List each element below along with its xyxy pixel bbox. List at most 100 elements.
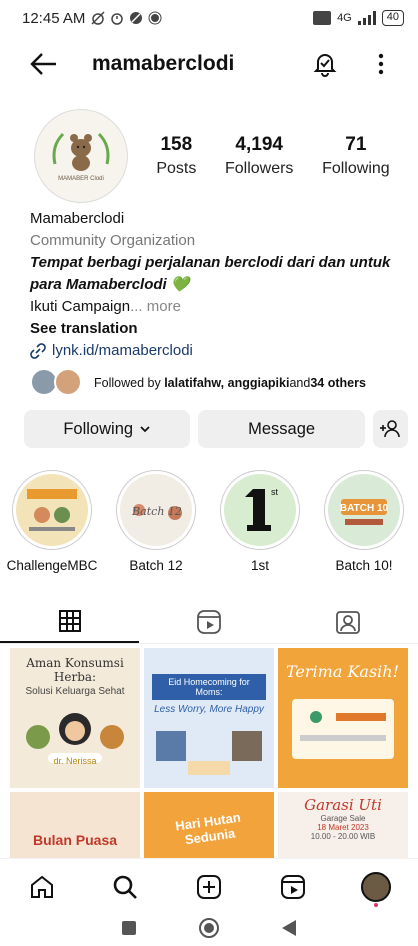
post-subtitle: Garage Sale: [320, 814, 366, 823]
suggest-users-button[interactable]: [372, 410, 409, 448]
mutual-avatars: [30, 368, 88, 398]
muted-alarm-icon: [91, 11, 105, 25]
profile-stats: 158 Posts 4,194 Followers 71 Following: [142, 134, 404, 178]
more-options-button[interactable]: [366, 49, 396, 79]
stat-followers[interactable]: 4,194 Followers: [225, 134, 293, 178]
followed-by-middle: and: [289, 376, 311, 390]
bio-more-link[interactable]: ... more: [130, 298, 181, 315]
post-time: 10.00 - 20.00 WIB: [310, 832, 376, 841]
tab-tagged[interactable]: [279, 600, 418, 643]
reels-icon: [280, 874, 305, 899]
highlight-label: Batch 10!: [335, 558, 393, 573]
post-subtitle: Less Worry, More Happy: [154, 704, 264, 715]
network-type: 4G: [337, 12, 352, 24]
bottom-navigation: [0, 858, 418, 914]
bio-category: Community Organization: [30, 232, 196, 249]
message-button[interactable]: Message: [198, 410, 365, 448]
followed-by[interactable]: Followed by lalatifahw, anggiapiki and 3…: [30, 368, 366, 398]
more-vertical-icon: [378, 53, 384, 75]
notification-dot: [374, 902, 379, 907]
stat-posts[interactable]: 158 Posts: [156, 134, 196, 178]
nav-create[interactable]: [187, 865, 231, 909]
tab-posts-grid[interactable]: [0, 600, 140, 643]
stat-posts-label: Posts: [156, 160, 197, 177]
dnd-icon: [130, 12, 143, 24]
reels-icon: [197, 609, 221, 634]
mutual-avatar-2: [54, 368, 82, 396]
home-icon: [30, 875, 53, 898]
post-title: Terima Kasih!: [286, 662, 400, 681]
svg-text:Batch 12: Batch 12: [131, 505, 182, 518]
posts-grid: Aman Konsumsi Herba: Solusi Keluarga Seh…: [10, 648, 408, 858]
post-tile[interactable]: Bulan Puasa: [10, 792, 140, 858]
profile-summary: MAMABER Clodi 158 Posts 4,194 Followers …: [34, 108, 404, 204]
highlight-cover: st: [224, 474, 296, 546]
battery-level: 40: [381, 10, 404, 26]
square-icon: [121, 920, 136, 935]
avatar-brand-text: MAMABER Clodi: [58, 176, 104, 182]
post-subtitle: Solusi Keluarga Sehat: [25, 686, 125, 697]
volte-icon: [313, 11, 332, 25]
nav-search[interactable]: [103, 865, 147, 909]
following-button-label: Following: [63, 419, 134, 438]
highlight-ring: BATCH 10: [324, 470, 404, 550]
highlight-challengembc[interactable]: ChallengeMBC: [0, 470, 104, 573]
message-button-label: Message: [248, 419, 316, 438]
bio-link[interactable]: lynk.id/mamaberclodi: [30, 340, 400, 362]
highlight-ring: Batch 12: [116, 470, 196, 550]
highlight-1st[interactable]: st 1st: [208, 470, 312, 573]
home-system-button[interactable]: [198, 917, 220, 944]
status-time: 12:45 AM: [22, 9, 86, 27]
tagged-user-icon: [336, 610, 361, 634]
see-translation-link[interactable]: See translation: [30, 318, 400, 340]
bear-logo-icon: MAMABER Clodi: [52, 132, 110, 182]
recents-button[interactable]: [121, 920, 137, 941]
system-navigation: [0, 914, 418, 946]
post-illustration: [156, 731, 262, 775]
story-highlights: ChallengeMBC Batch 12 Batch 12 st 1st BA…: [0, 470, 418, 573]
notifications-button[interactable]: [310, 49, 340, 79]
stat-following-label: Following: [322, 160, 390, 177]
followed-by-names: lalatifahw, anggiapiki: [164, 376, 290, 390]
following-button[interactable]: Following: [24, 410, 191, 448]
highlight-label: ChallengeMBC: [6, 558, 98, 573]
batch12-cover-icon: Batch 12: [131, 504, 182, 520]
post-title: Eid Homecoming for Moms:: [152, 674, 266, 700]
svg-text:st: st: [271, 487, 279, 497]
highlight-ring: [12, 470, 92, 550]
post-tile[interactable]: Terima Kasih!: [278, 648, 408, 788]
profile-avatar[interactable]: MAMABER Clodi: [34, 109, 128, 203]
highlight-label: Batch 12: [129, 558, 183, 573]
post-title: Garasi Uti: [304, 796, 382, 814]
post-tile[interactable]: Garasi Uti Garage Sale 18 Maret 2023 10.…: [278, 792, 408, 858]
tab-reels[interactable]: [139, 600, 278, 643]
highlight-label: 1st: [250, 558, 269, 573]
bio-campaign-line: Ikuti Campaign... more: [30, 296, 400, 318]
followed-by-prefix: Followed by: [94, 376, 161, 390]
post-tile[interactable]: Hari Hutan Sedunia: [144, 792, 274, 858]
status-left: 12:45 AM: [22, 10, 162, 27]
stat-following[interactable]: 71 Following: [322, 134, 390, 178]
post-title: Bulan Puasa: [32, 832, 118, 848]
nav-reels[interactable]: [271, 865, 315, 909]
chevron-down-icon: [140, 426, 150, 433]
highlight-cover: Batch 12: [120, 474, 192, 546]
post-speaker: dr. Nerissa: [53, 756, 97, 766]
nav-profile[interactable]: [354, 865, 398, 909]
stat-followers-label: Followers: [224, 160, 294, 177]
bio-name: Mamaberclodi: [30, 210, 125, 227]
grid-icon: [58, 609, 81, 632]
profile-bio: Mamaberclodi Community Organization Temp…: [30, 208, 400, 362]
highlight-batch10[interactable]: BATCH 10 Batch 10!: [312, 470, 416, 573]
profile-header: mamaberclodi: [0, 44, 418, 84]
nav-home[interactable]: [20, 865, 64, 909]
post-tile[interactable]: Eid Homecoming for Moms: Less Worry, Mor…: [144, 648, 274, 788]
post-tile[interactable]: Aman Konsumsi Herba: Solusi Keluarga Seh…: [10, 648, 140, 788]
bio-link-text: lynk.id/mamaberclodi: [52, 342, 193, 359]
stat-following-value: 71: [345, 134, 367, 155]
signal-icon: [357, 11, 376, 25]
highlight-batch12[interactable]: Batch 12 Batch 12: [104, 470, 208, 573]
back-button[interactable]: [28, 48, 60, 80]
back-system-button[interactable]: [281, 919, 297, 942]
highlight-cover: [16, 474, 88, 546]
